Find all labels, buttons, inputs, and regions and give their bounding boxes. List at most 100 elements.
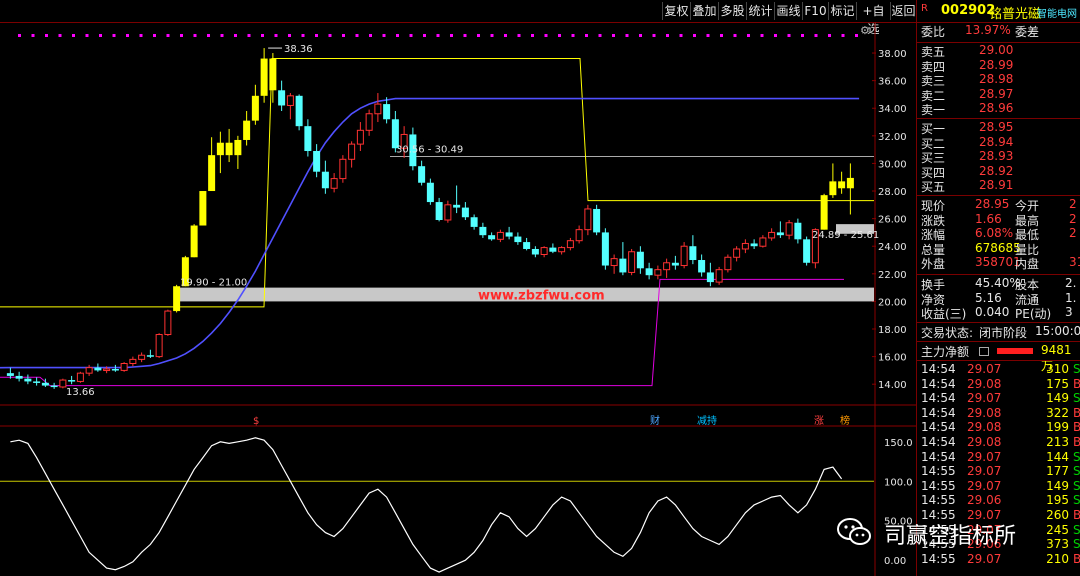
candle[interactable] — [479, 222, 487, 238]
candle[interactable] — [706, 262, 714, 287]
candle[interactable] — [610, 254, 618, 274]
candle[interactable] — [689, 235, 697, 265]
candle[interactable] — [120, 362, 128, 372]
candle[interactable] — [680, 242, 688, 269]
candle[interactable] — [444, 200, 452, 223]
candle[interactable] — [496, 229, 504, 243]
candle[interactable] — [199, 191, 207, 226]
candle[interactable] — [251, 84, 259, 125]
candle[interactable] — [645, 262, 653, 280]
candle[interactable] — [776, 221, 784, 238]
candle[interactable] — [838, 171, 846, 194]
candle[interactable] — [601, 228, 609, 270]
candle[interactable] — [216, 131, 224, 174]
candle[interactable] — [575, 225, 583, 244]
candle[interactable] — [356, 122, 364, 152]
candle[interactable] — [671, 255, 679, 270]
candle[interactable] — [453, 185, 461, 214]
candle[interactable] — [514, 232, 522, 245]
kline-chart[interactable]: 38.00 36.00 34.00 32.00 30.00 28.00 26.00 24.00… — [0, 22, 916, 576]
candle[interactable] — [531, 246, 539, 258]
event-marker[interactable]: 减持 — [697, 414, 717, 427]
candle[interactable] — [295, 94, 303, 131]
candle[interactable] — [129, 356, 137, 367]
candle[interactable] — [225, 128, 233, 163]
toolbar-button-4[interactable]: 画线 — [774, 2, 802, 20]
candle[interactable] — [628, 248, 636, 276]
toolbar-button-3[interactable]: 统计 — [746, 2, 774, 20]
candle[interactable] — [138, 352, 146, 363]
candle[interactable] — [76, 371, 84, 383]
candle[interactable] — [733, 246, 741, 262]
event-marker[interactable]: 财 — [650, 414, 660, 427]
toolbar-button-1[interactable]: 叠加 — [690, 2, 718, 20]
candle[interactable] — [785, 220, 793, 240]
candle[interactable] — [470, 214, 478, 230]
candle[interactable] — [234, 135, 242, 169]
candle[interactable] — [505, 226, 513, 240]
candle[interactable] — [278, 80, 286, 111]
candle[interactable] — [698, 254, 706, 277]
candle[interactable] — [146, 349, 154, 358]
candle[interactable] — [348, 141, 356, 168]
sector-tag[interactable]: 智能电网 — [1037, 5, 1077, 20]
candle[interactable] — [523, 237, 531, 251]
candle[interactable] — [593, 204, 601, 236]
candle[interactable] — [208, 137, 216, 192]
candle[interactable] — [15, 371, 23, 382]
candle[interactable] — [313, 144, 321, 178]
toolbar-button-2[interactable]: 多股 — [718, 2, 746, 20]
toolbar-button-5[interactable]: F10 — [802, 2, 828, 20]
candle[interactable] — [566, 237, 574, 251]
candle[interactable] — [304, 119, 312, 157]
toolbar-button-6[interactable]: 标记 — [828, 2, 856, 20]
candle[interactable] — [94, 363, 102, 372]
candle[interactable] — [663, 258, 671, 278]
candle[interactable] — [741, 239, 749, 254]
candle[interactable] — [829, 163, 837, 198]
candle[interactable] — [85, 364, 93, 376]
candle[interactable] — [50, 382, 58, 389]
candle[interactable] — [584, 204, 592, 236]
candle[interactable] — [59, 378, 67, 389]
candle[interactable] — [365, 109, 373, 136]
candle[interactable] — [68, 375, 76, 385]
candle[interactable] — [426, 178, 434, 205]
candle[interactable] — [190, 224, 198, 258]
candle[interactable] — [846, 163, 854, 215]
candle[interactable] — [33, 377, 41, 386]
candle[interactable] — [794, 218, 802, 244]
candle[interactable] — [619, 242, 627, 276]
candle[interactable] — [636, 246, 644, 274]
candle[interactable] — [768, 228, 776, 241]
chart-settings-icon[interactable]: ⚙ — [860, 24, 870, 37]
candle[interactable] — [750, 239, 758, 249]
candle[interactable] — [243, 110, 251, 146]
event-marker[interactable]: 榜 — [840, 414, 850, 427]
candle[interactable] — [488, 232, 496, 241]
candle[interactable] — [418, 160, 426, 186]
candle[interactable] — [724, 254, 732, 273]
candle[interactable] — [654, 265, 662, 280]
toolbar-button-8[interactable]: 返回 — [890, 2, 916, 20]
event-marker[interactable]: $ — [253, 416, 259, 427]
candle[interactable] — [803, 236, 811, 266]
candle[interactable] — [435, 197, 443, 222]
candle[interactable] — [549, 243, 557, 254]
toolbar-button-0[interactable]: 复权 — [662, 2, 690, 20]
candle[interactable] — [24, 374, 32, 385]
kline-chart-area[interactable]: 38.00 36.00 34.00 32.00 30.00 28.00 26.00 24.00… — [0, 22, 916, 576]
candle[interactable] — [461, 202, 469, 220]
candle[interactable] — [339, 155, 347, 183]
candle[interactable] — [558, 246, 566, 255]
candle[interactable] — [715, 266, 723, 285]
candle[interactable] — [164, 309, 172, 336]
candle[interactable] — [820, 193, 828, 230]
candle[interactable] — [321, 160, 329, 194]
event-marker[interactable]: 涨 — [814, 415, 824, 427]
candle[interactable] — [374, 93, 382, 123]
candle[interactable] — [260, 48, 268, 103]
candle[interactable] — [330, 173, 338, 193]
candle[interactable] — [155, 333, 163, 358]
candle[interactable] — [173, 284, 181, 313]
